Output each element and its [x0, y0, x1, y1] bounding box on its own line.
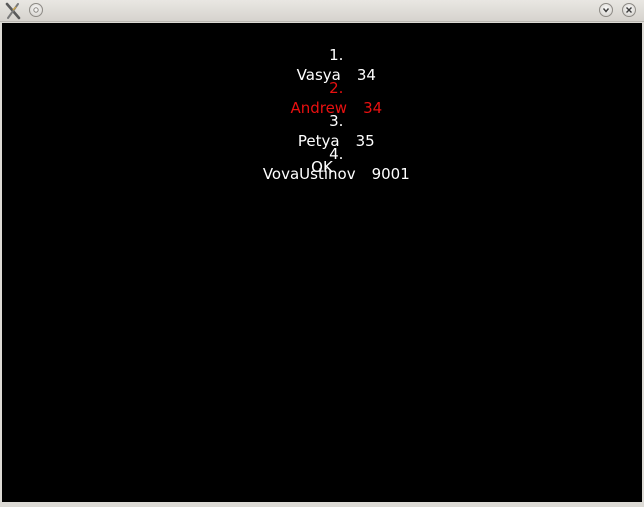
close-icon	[626, 7, 632, 13]
minimize-button[interactable]	[599, 3, 613, 17]
game-window: 1. Vasya 34 2. Andrew 34 3. Petya 35 4. Vov…	[0, 0, 644, 507]
close-button[interactable]	[622, 3, 636, 17]
app-x-icon[interactable]	[4, 2, 22, 20]
ok-button[interactable]: OK	[2, 157, 642, 177]
chevron-down-icon	[602, 8, 610, 13]
circle-icon	[33, 7, 39, 13]
window-frame-bottom	[0, 502, 644, 507]
title-bar[interactable]	[0, 0, 644, 22]
keep-above-button[interactable]	[29, 3, 43, 17]
highscore-screen: 1. Vasya 34 2. Andrew 34 3. Petya 35 4. Vov…	[2, 23, 642, 502]
